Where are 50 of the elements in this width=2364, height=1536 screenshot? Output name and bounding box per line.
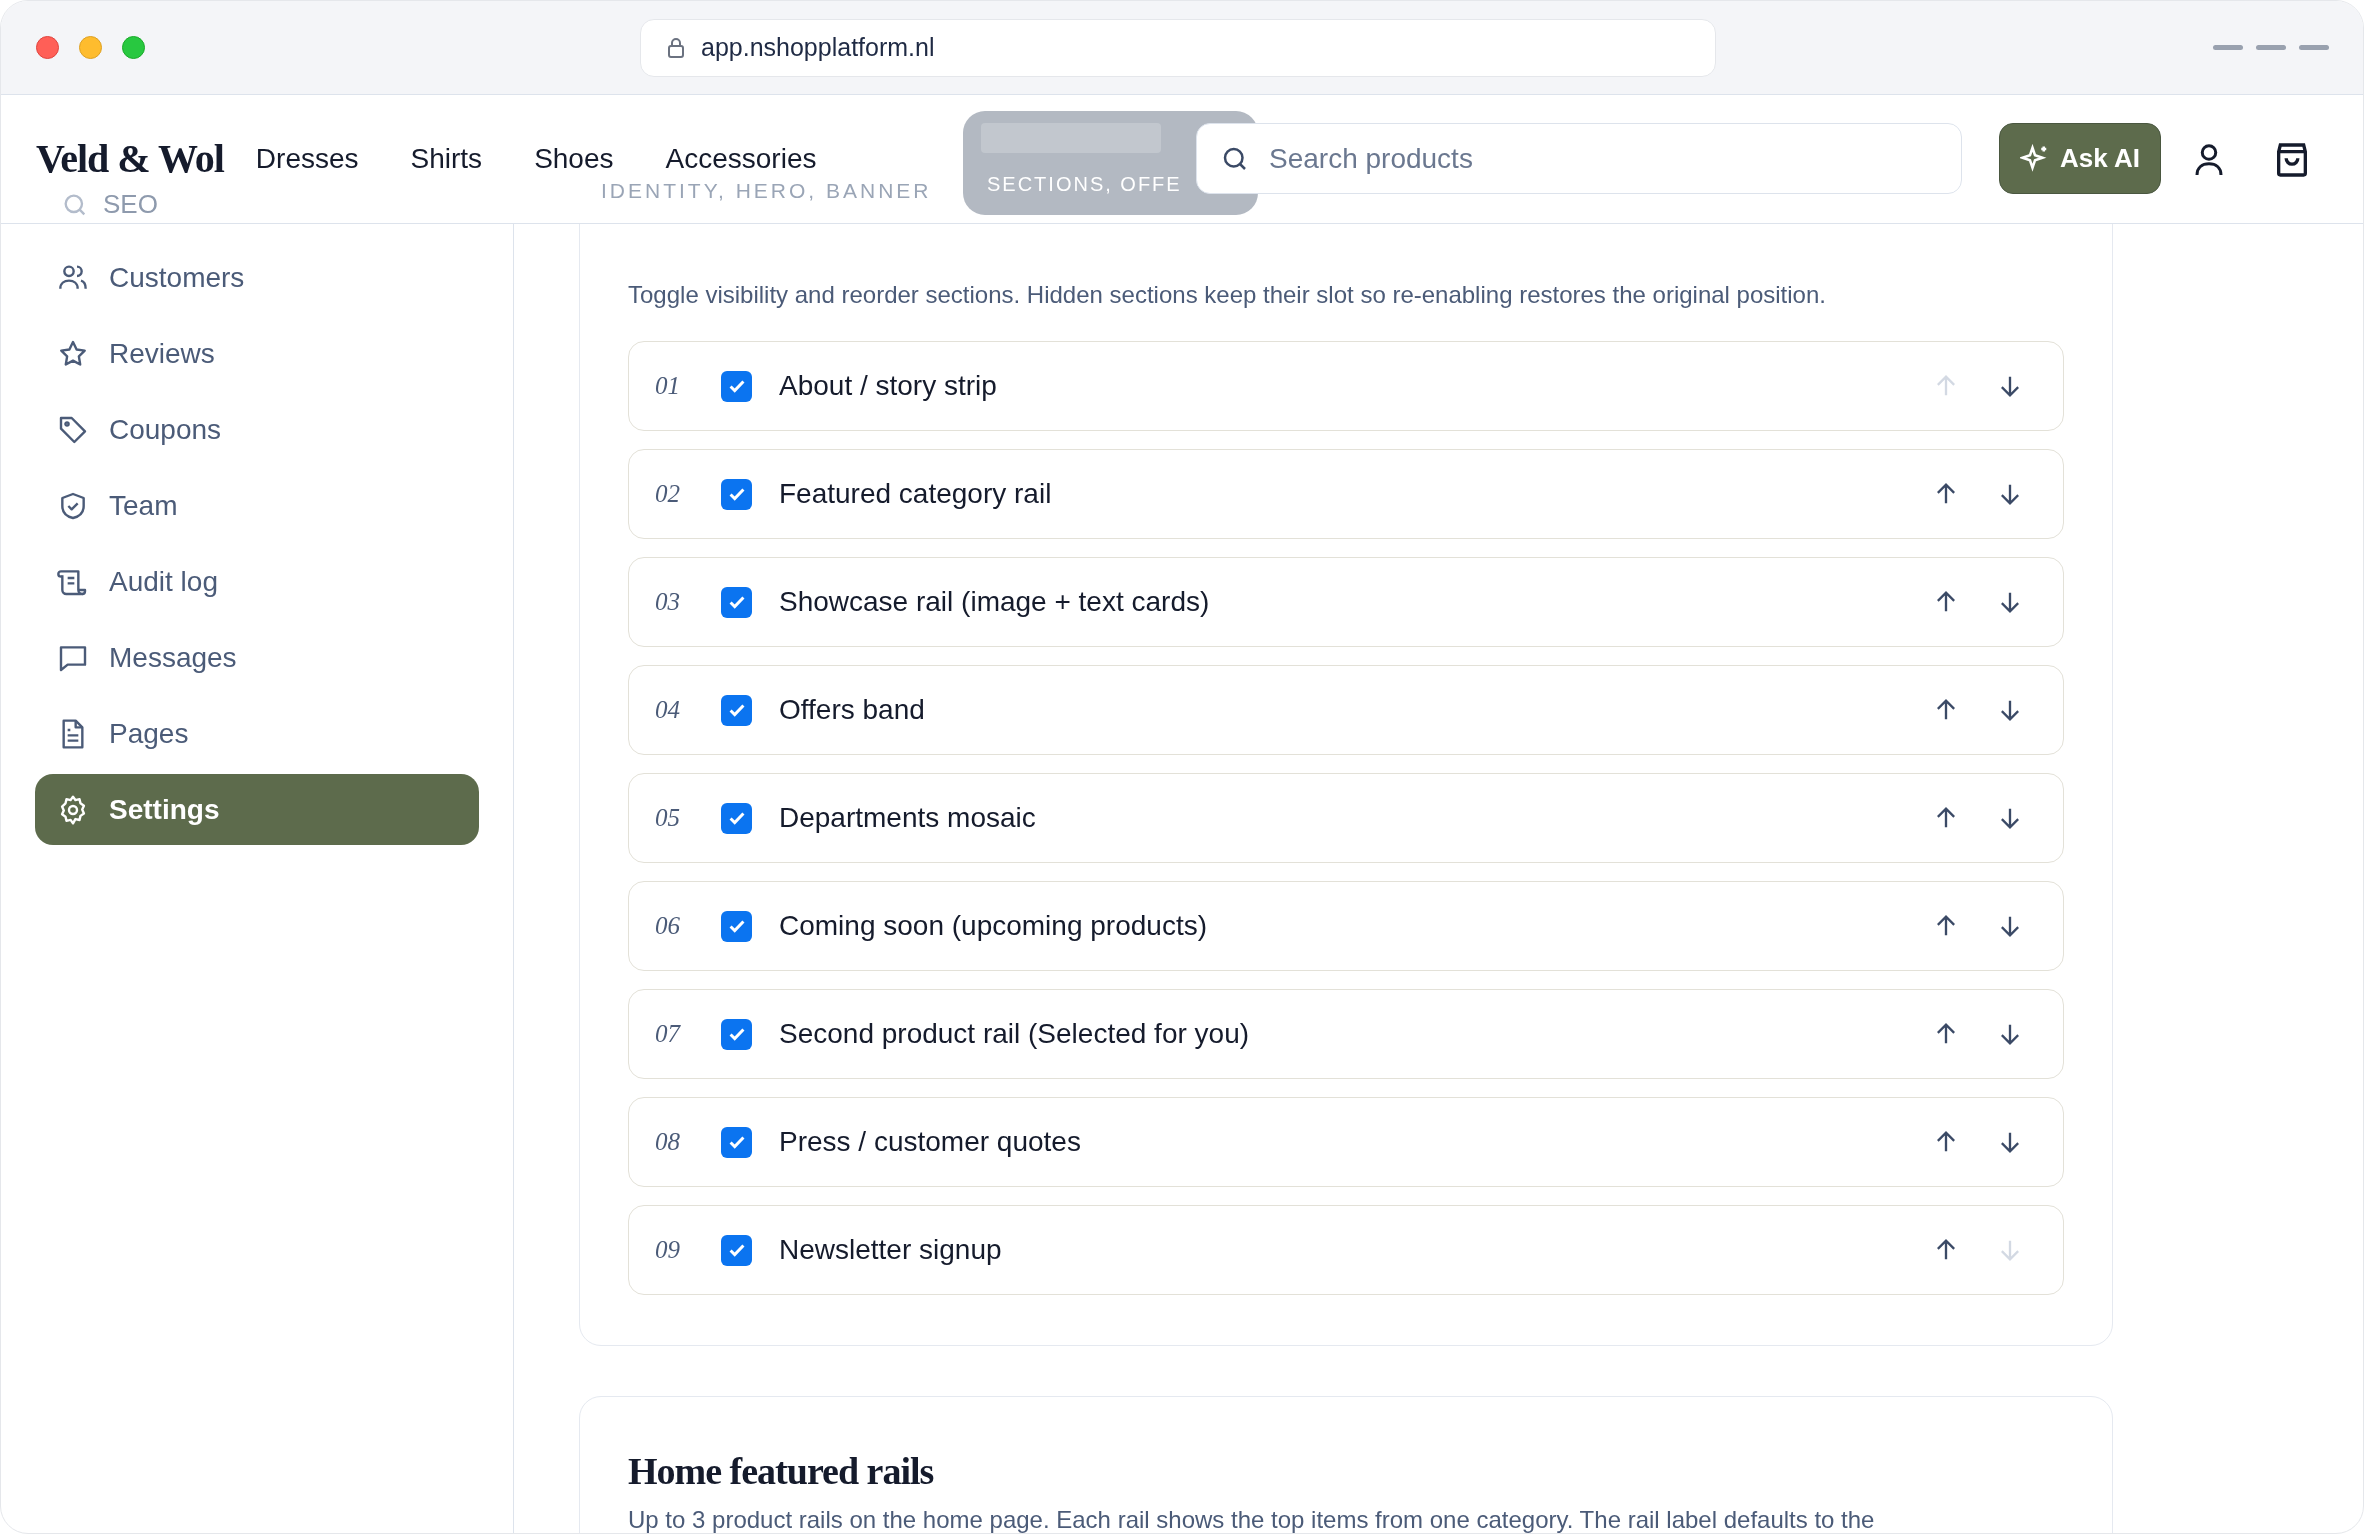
section-label: Departments mosaic bbox=[779, 801, 1036, 835]
url-bar[interactable]: app.nshopplatform.nl bbox=[640, 18, 1716, 77]
sidebar-item[interactable]: Team bbox=[35, 470, 479, 541]
sidebar-item[interactable]: Audit log bbox=[35, 546, 479, 617]
section-label: About / story strip bbox=[779, 369, 997, 403]
section-number: 02 bbox=[655, 479, 681, 510]
section-number: 05 bbox=[655, 803, 681, 834]
tab-label: IDENTITY, HERO, BANNER bbox=[601, 178, 932, 204]
url-text: app.nshopplatform.nl bbox=[701, 31, 935, 63]
card-title: Home featured rails bbox=[628, 1449, 935, 1494]
sidebar-item[interactable]: Settings bbox=[35, 774, 479, 845]
section-label: Showcase rail (image + text cards) bbox=[779, 585, 1210, 619]
section-number: 01 bbox=[655, 371, 681, 402]
checkbox[interactable] bbox=[721, 586, 752, 618]
checkbox[interactable] bbox=[721, 1018, 752, 1050]
sidebar-item[interactable]: Reviews bbox=[35, 318, 479, 389]
section-number: 08 bbox=[655, 1127, 681, 1158]
section-number: 04 bbox=[655, 695, 681, 726]
section-number: 09 bbox=[655, 1235, 681, 1266]
section-number: 07 bbox=[655, 1019, 682, 1050]
checkbox[interactable] bbox=[721, 1126, 752, 1158]
section-label: Press / customer quotes bbox=[779, 1125, 1081, 1159]
sidebar-item[interactable]: Customers bbox=[35, 242, 479, 313]
checkbox[interactable] bbox=[721, 478, 752, 510]
section-label: Newsletter signup bbox=[779, 1233, 1002, 1267]
section-number: 06 bbox=[655, 911, 681, 942]
section-label: Coming soon (upcoming products) bbox=[779, 909, 1207, 943]
sidebar-item-label: SEO bbox=[103, 188, 158, 221]
section-label: Featured category rail bbox=[779, 477, 1052, 511]
nav-link[interactable]: Accessories bbox=[665, 138, 817, 180]
card-description: Toggle visibility and reorder sections. Hidden sections keep their slot so re-enabling restores the original position. bbox=[628, 280, 1827, 310]
section-label: Second product rail (Selected for you) bbox=[779, 1017, 1250, 1051]
ask-ai-button[interactable]: Ask AI bbox=[1999, 123, 2161, 194]
sidebar-item[interactable]: Pages bbox=[35, 698, 479, 769]
nav-link[interactable]: Dresses bbox=[255, 138, 359, 180]
nav-link[interactable]: Shirts bbox=[410, 138, 483, 180]
checkbox[interactable] bbox=[721, 802, 752, 834]
store-logo[interactable]: Veld & Wol bbox=[36, 129, 224, 189]
nav-link[interactable]: Shoes bbox=[534, 138, 614, 180]
lock-icon bbox=[667, 36, 685, 59]
sidebar-item[interactable]: Coupons bbox=[35, 394, 479, 465]
sidebar-item[interactable]: Messages bbox=[35, 622, 479, 693]
card-description: Up to 3 product rails on the home page. Each rail shows the top items from one category. The rail label defaults to the bbox=[628, 1505, 1876, 1533]
checkbox[interactable] bbox=[721, 370, 752, 402]
checkbox[interactable] bbox=[721, 910, 752, 942]
section-number: 03 bbox=[655, 587, 681, 618]
section-label: Offers band bbox=[779, 693, 925, 727]
checkbox[interactable] bbox=[721, 694, 752, 726]
search-field[interactable]: Search products bbox=[1196, 123, 1962, 194]
checkbox[interactable] bbox=[721, 1234, 752, 1266]
